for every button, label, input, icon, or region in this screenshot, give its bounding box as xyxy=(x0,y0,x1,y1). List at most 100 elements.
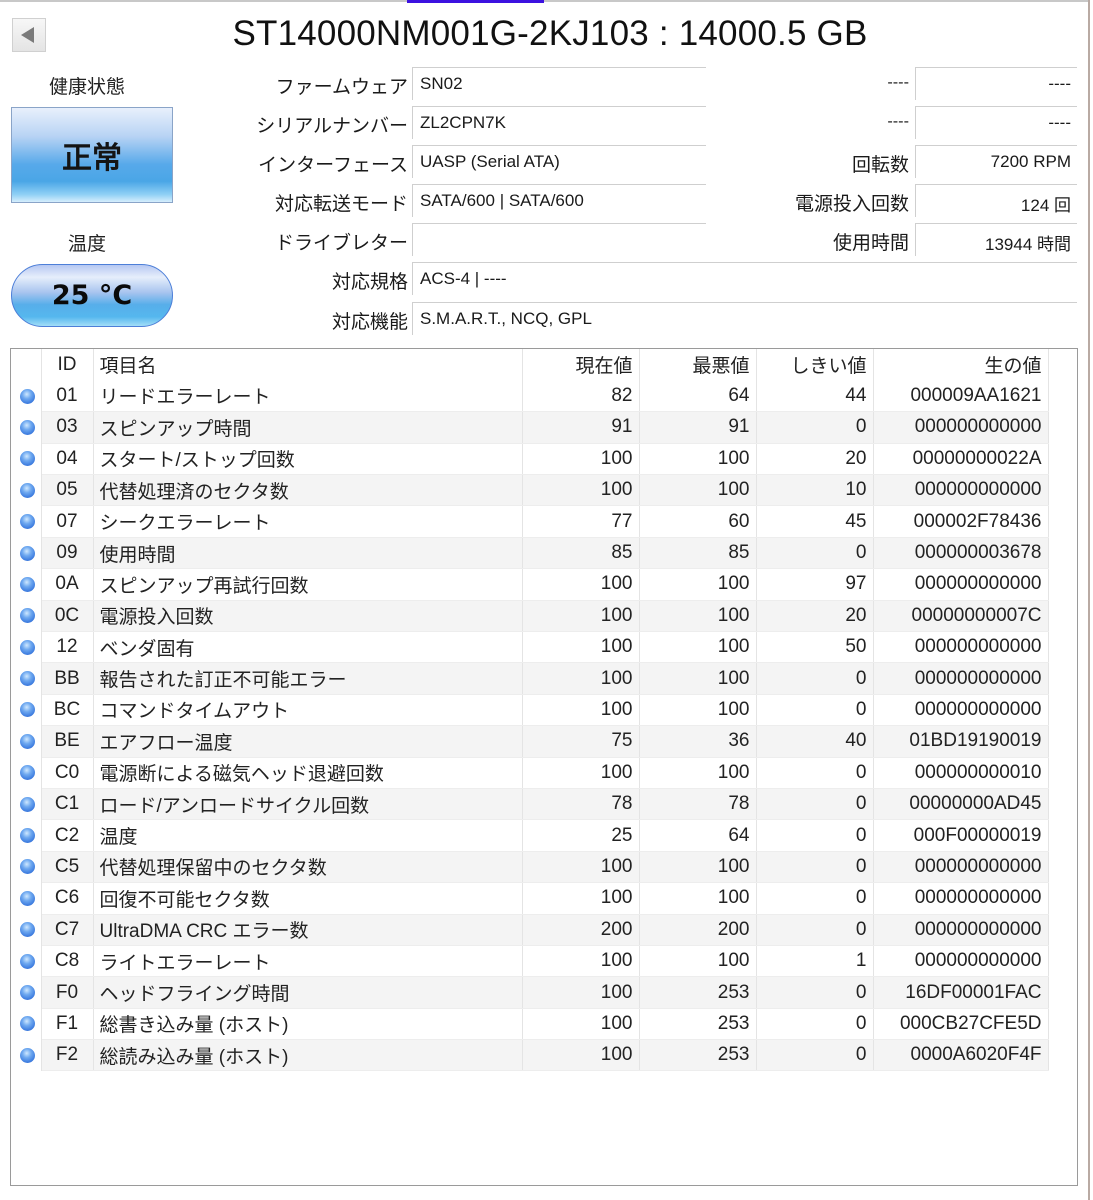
attribute-name: 使用時間 xyxy=(93,537,523,570)
worst-value: 60 xyxy=(639,505,757,538)
smart-row[interactable]: 04 スタート/ストップ回数 100 100 20 00000000022A xyxy=(11,443,1049,476)
smart-row[interactable]: BC コマンドタイムアウト 100 100 0 000000000000 xyxy=(11,694,1049,727)
status-cell xyxy=(11,1039,42,1071)
firmware-value: SN02 xyxy=(412,67,706,100)
smart-row[interactable]: 05 代替処理済のセクタ数 100 100 10 000000000000 xyxy=(11,474,1049,507)
smart-row[interactable]: F1 総書き込み量 (ホスト) 100 253 0 000CB27CFE5D xyxy=(11,1008,1049,1041)
status-dot-icon xyxy=(19,953,35,969)
threshold-value: 20 xyxy=(756,600,874,633)
raw-value: 000000000000 xyxy=(873,631,1049,664)
raw-value: 00000000022A xyxy=(873,443,1049,476)
attribute-name: ベンダ固有 xyxy=(93,631,523,664)
health-status-label: 健康状態 xyxy=(48,76,125,98)
rotation-value: 7200 RPM xyxy=(915,145,1077,178)
attribute-id: 0C xyxy=(41,600,94,633)
power-hours-label: 使用時間 xyxy=(832,232,909,254)
smart-row[interactable]: 0A スピンアップ再試行回数 100 100 97 000000000000 xyxy=(11,568,1049,601)
status-cell xyxy=(11,600,42,632)
worst-value: 100 xyxy=(639,662,757,695)
status-cell xyxy=(11,411,42,444)
smart-row[interactable]: 09 使用時間 85 85 0 000000003678 xyxy=(11,537,1049,570)
raw-value: 0000A6020F4F xyxy=(873,1039,1049,1072)
raw-value: 000000000000 xyxy=(873,945,1049,978)
status-cell xyxy=(11,757,42,789)
threshold-value: 10 xyxy=(756,474,874,507)
status-cell xyxy=(11,631,42,663)
attribute-name: ロード/アンロードサイクル回数 xyxy=(93,788,523,821)
rotation-label: 回転数 xyxy=(851,154,909,176)
smart-row[interactable]: 0C 電源投入回数 100 100 20 00000000007C xyxy=(11,600,1049,633)
status-dot-icon xyxy=(19,514,35,530)
threshold-value: 0 xyxy=(756,537,874,570)
drive-letter-label: ドライブレター xyxy=(274,232,408,254)
status-cell xyxy=(11,788,42,820)
status-dot-icon xyxy=(19,388,35,404)
column-header-threshold[interactable]: しきい値 xyxy=(756,349,874,381)
column-header-raw[interactable]: 生の値 xyxy=(873,349,1049,381)
raw-value: 00000000AD45 xyxy=(873,788,1049,821)
status-dot-icon xyxy=(19,419,35,435)
status-dot-icon xyxy=(19,702,35,718)
raw-value: 000000000000 xyxy=(873,474,1049,507)
status-cell xyxy=(11,851,42,883)
current-value: 25 xyxy=(522,819,640,852)
smart-row[interactable]: 01 リードエラーレート 82 64 44 000009AA1621 xyxy=(11,380,1049,413)
smart-row[interactable]: 12 ベンダ固有 100 100 50 000000000000 xyxy=(11,631,1049,664)
smart-row[interactable]: C5 代替処理保留中のセクタ数 100 100 0 000000000000 xyxy=(11,851,1049,884)
previous-disk-button[interactable] xyxy=(12,18,46,52)
active-tab-indicator xyxy=(407,0,544,3)
threshold-value: 40 xyxy=(756,725,874,758)
worst-value: 253 xyxy=(639,1039,757,1072)
status-dot-icon xyxy=(19,796,35,812)
smart-row[interactable]: BB 報告された訂正不可能エラー 100 100 0 000000000000 xyxy=(11,662,1049,695)
health-status-badge[interactable]: 正常 xyxy=(11,107,173,203)
temperature-badge[interactable]: 25 °C xyxy=(11,264,173,327)
temperature-label: 温度 xyxy=(67,233,106,255)
threshold-value: 20 xyxy=(756,443,874,476)
smart-row[interactable]: C8 ライトエラーレート 100 100 1 000000000000 xyxy=(11,945,1049,978)
column-header-name[interactable]: 項目名 xyxy=(93,349,523,381)
smart-row[interactable]: 07 シークエラーレート 77 60 45 000002F78436 xyxy=(11,505,1049,538)
worst-value: 100 xyxy=(639,443,757,476)
smart-row[interactable]: C0 電源断による磁気ヘッド退避回数 100 100 0 000000000010 xyxy=(11,757,1049,789)
smart-row[interactable]: F0 ヘッドフライング時間 100 253 0 16DF00001FAC xyxy=(11,976,1049,1009)
attribute-name: ライトエラーレート xyxy=(93,945,523,978)
attribute-name: ヘッドフライング時間 xyxy=(93,976,523,1009)
column-header-id[interactable]: ID xyxy=(41,349,94,381)
status-cell xyxy=(11,882,42,915)
smart-row[interactable]: C7 UltraDMA CRC エラー数 200 200 0 000000000000 xyxy=(11,914,1049,946)
smart-row[interactable]: BE エアフロー温度 75 36 40 01BD19190019 xyxy=(11,725,1049,758)
smart-row[interactable]: F2 総読み込み量 (ホスト) 100 253 0 0000A6020F4F xyxy=(11,1039,1049,1072)
power-count-label: 電源投入回数 xyxy=(794,193,909,215)
status-column-header[interactable] xyxy=(11,349,42,381)
smart-row[interactable]: C1 ロード/アンロードサイクル回数 78 78 0 00000000AD45 xyxy=(11,788,1049,821)
attribute-name: コマンドタイムアウト xyxy=(93,694,523,727)
status-cell xyxy=(11,725,42,758)
status-cell xyxy=(11,945,42,977)
raw-value: 000000000000 xyxy=(873,882,1049,915)
smart-row[interactable]: C6 回復不可能セクタ数 100 100 0 000000000000 xyxy=(11,882,1049,915)
status-dot-icon xyxy=(19,890,35,906)
smart-row[interactable]: C2 温度 25 64 0 000F00000019 xyxy=(11,819,1049,852)
raw-value: 000000000000 xyxy=(873,851,1049,884)
raw-value: 000000000000 xyxy=(873,411,1049,444)
worst-value: 253 xyxy=(639,976,757,1009)
status-dot-icon xyxy=(19,984,35,1000)
current-value: 100 xyxy=(522,1039,640,1072)
attribute-name: スピンアップ再試行回数 xyxy=(93,568,523,601)
smart-row[interactable]: 03 スピンアップ時間 91 91 0 000000000000 xyxy=(11,411,1049,444)
interface-label: インターフェース xyxy=(258,154,408,176)
current-value: 100 xyxy=(522,474,640,507)
status-cell xyxy=(11,1008,42,1040)
status-dot-icon xyxy=(19,451,35,467)
standard-value: ACS-4 | ---- xyxy=(412,262,1077,295)
serial-label: シリアルナンバー xyxy=(256,115,408,137)
column-header-worst[interactable]: 最悪値 xyxy=(639,349,757,381)
interface-value: UASP (Serial ATA) xyxy=(412,145,706,178)
smart-table: ID 項目名 現在値 最悪値 しきい値 生の値 01 リードエラーレート 82 64 4… xyxy=(11,349,1049,1072)
threshold-value: 0 xyxy=(756,851,874,884)
smart-attributes-panel[interactable]: ID 項目名 現在値 最悪値 しきい値 生の値 01 リードエラーレート 82 64 4… xyxy=(10,348,1078,1186)
column-header-current[interactable]: 現在値 xyxy=(522,349,640,381)
current-value: 100 xyxy=(522,851,640,884)
status-dot-icon xyxy=(19,733,35,749)
